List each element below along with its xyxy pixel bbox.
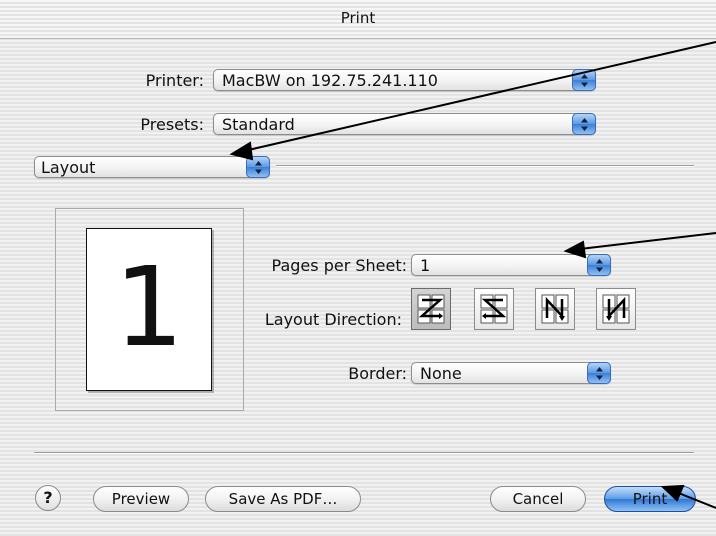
printer-popup[interactable]: MacBW on 192.75.241.110 [213, 69, 596, 91]
popup-arrows-icon [587, 362, 611, 384]
print-button[interactable]: Print [604, 486, 696, 512]
footer-divider [34, 452, 694, 454]
title-bar: Print [0, 0, 716, 39]
popup-arrows-icon [587, 254, 611, 276]
z-order-icon [417, 294, 445, 324]
popup-arrows-icon [572, 113, 596, 135]
layout-direction-label: Layout Direction: [264, 310, 402, 329]
save-as-pdf-button[interactable]: Save As PDF… [205, 486, 361, 512]
printer-label: Printer: [145, 71, 204, 90]
presets-label: Presets: [140, 115, 204, 134]
layout-direction-tb-button[interactable] [535, 288, 575, 330]
section-divider [276, 165, 694, 167]
pages-per-sheet-popup[interactable]: 1 [411, 254, 611, 276]
help-button[interactable]: ? [35, 485, 61, 511]
preview-page: 1 [86, 228, 212, 391]
n-order-icon [541, 294, 569, 324]
border-value: None [420, 364, 462, 383]
border-popup[interactable]: None [411, 362, 611, 384]
pages-per-sheet-label: Pages per Sheet: [271, 256, 407, 275]
printer-value: MacBW on 192.75.241.110 [222, 71, 438, 90]
annotation-arrow-line [579, 232, 716, 250]
layout-direction-lr-button[interactable] [411, 288, 451, 330]
reverse-n-order-icon [602, 294, 630, 324]
pages-per-sheet-value: 1 [420, 256, 431, 275]
popup-arrows-icon [246, 156, 270, 178]
layout-direction-bt-button[interactable] [596, 288, 636, 330]
popup-arrows-icon [572, 69, 596, 91]
presets-value: Standard [222, 115, 295, 134]
preview-page-number: 1 [114, 243, 184, 371]
pane-menu-value: Layout [41, 158, 96, 177]
reverse-z-order-icon [480, 294, 508, 324]
preview-button[interactable]: Preview [93, 486, 189, 512]
cancel-button[interactable]: Cancel [490, 486, 586, 512]
layout-direction-rl-button[interactable] [474, 288, 514, 330]
window-title: Print [340, 9, 376, 27]
border-label: Border: [348, 364, 407, 383]
pane-menu-popup[interactable]: Layout [34, 156, 270, 178]
presets-popup[interactable]: Standard [213, 113, 596, 135]
